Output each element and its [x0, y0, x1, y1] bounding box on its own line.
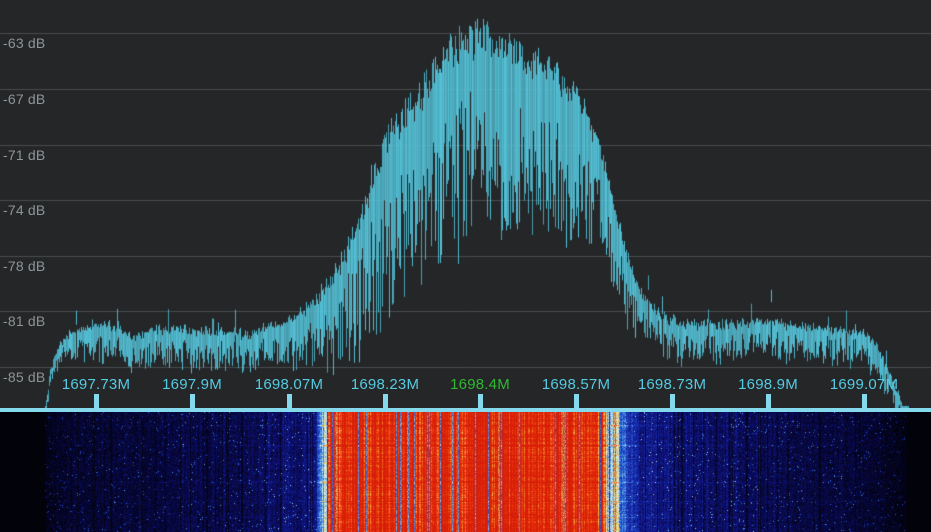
frequency-tick [287, 394, 292, 408]
frequency-tick [94, 394, 99, 408]
frequency-scale[interactable]: 1697.73M 1697.9M 1698.07M 1698.23M 1698.4M 16… [0, 376, 931, 408]
frequency-label: 1697.73M [62, 376, 130, 393]
frequency-tick [383, 394, 388, 408]
waterfall-canvas[interactable] [0, 412, 931, 532]
sdr-app-window: -63 dB-67 dB-71 dB-74 dB-78 dB-81 dB-85 … [0, 0, 931, 532]
frequency-label: 1699.07M [830, 376, 898, 393]
frequency-label: 1698.57M [542, 376, 610, 393]
spectrum-panel[interactable]: -63 dB-67 dB-71 dB-74 dB-78 dB-81 dB-85 … [0, 0, 931, 408]
frequency-tick [766, 394, 771, 408]
frequency-label: 1698.9M [738, 376, 798, 393]
frequency-tick [574, 394, 579, 408]
tuned-frequency-label: 1698.4M [450, 376, 510, 393]
frequency-tick [190, 394, 195, 408]
frequency-label: 1697.9M [162, 376, 222, 393]
frequency-label: 1698.07M [255, 376, 323, 393]
frequency-label: 1698.23M [351, 376, 419, 393]
frequency-tick [862, 394, 867, 408]
frequency-tick [670, 394, 675, 408]
frequency-label: 1698.73M [638, 376, 706, 393]
spectrum-plot-canvas[interactable] [0, 0, 931, 408]
frequency-tick [478, 394, 483, 408]
